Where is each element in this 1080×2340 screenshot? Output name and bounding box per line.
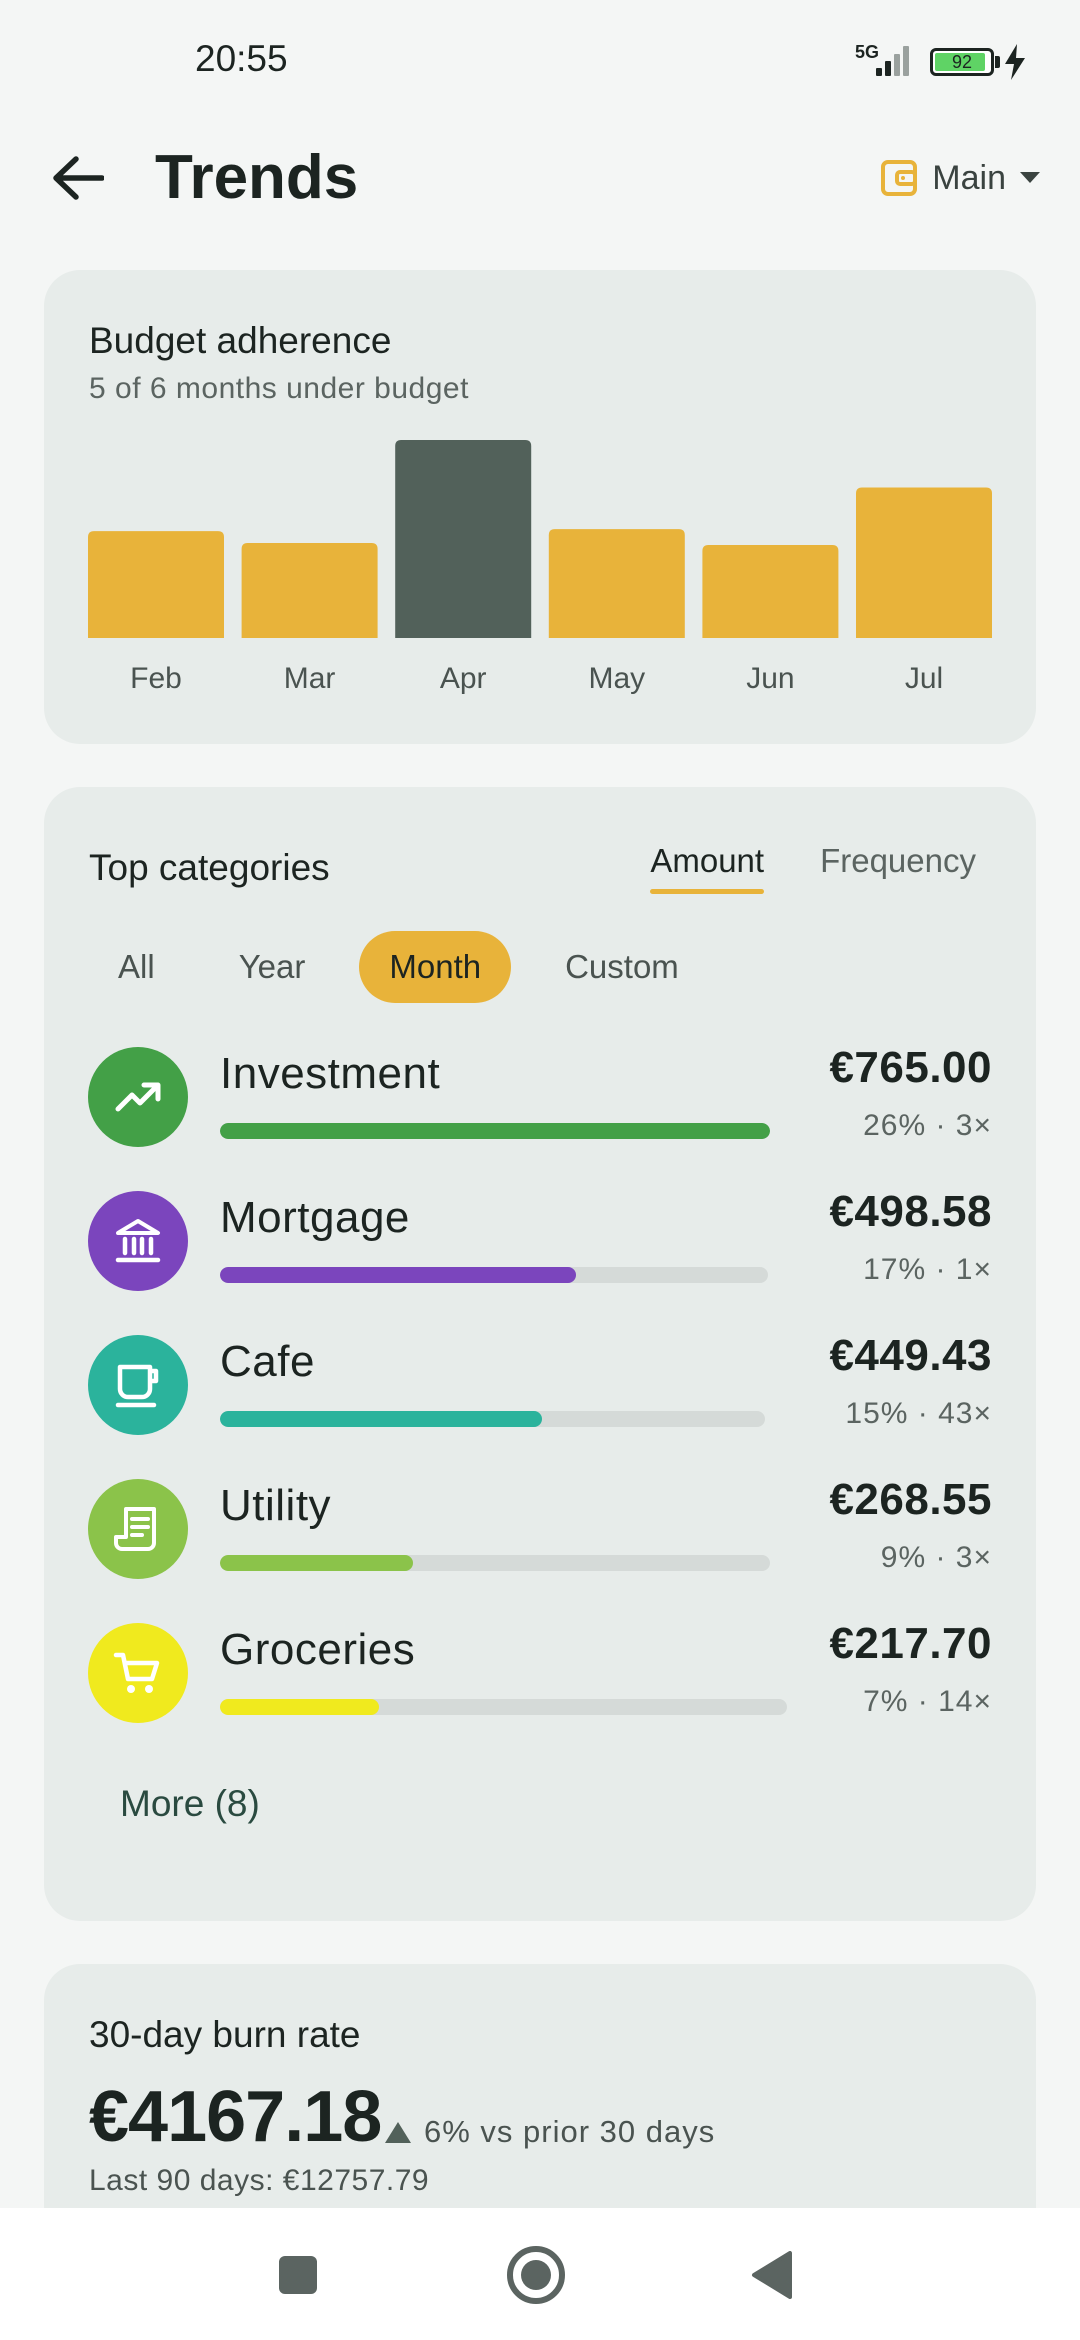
category-bar-track — [220, 1699, 787, 1715]
page-title: Trends — [155, 143, 359, 212]
battery-cap — [995, 56, 1000, 68]
tab-amount[interactable]: Amount — [650, 842, 764, 894]
tab-frequency[interactable]: Frequency — [820, 842, 976, 894]
category-row-cafe[interactable]: Cafe €449.43 15% · 43× — [88, 1331, 992, 1441]
category-bar-fill — [220, 1555, 413, 1571]
bank-icon — [88, 1191, 188, 1291]
recents-button[interactable] — [253, 2230, 343, 2320]
bar-jun[interactable] — [702, 544, 839, 638]
budget-bar-chart: Feb Mar Apr May Jun Jul — [88, 440, 992, 695]
category-amount: €449.43 — [829, 1331, 992, 1380]
trending-up-icon — [88, 1047, 188, 1147]
back-button[interactable] — [40, 140, 116, 216]
status-bar: 20:55 5G 92 — [0, 0, 1080, 120]
category-row-mortgage[interactable]: Mortgage €498.58 17% · 1× — [88, 1187, 992, 1297]
category-meta: 17% · 1× — [863, 1253, 992, 1286]
bar-apr[interactable] — [395, 440, 532, 638]
category-name: Groceries — [220, 1625, 416, 1674]
category-amount: €498.58 — [829, 1187, 992, 1236]
category-name: Mortgage — [220, 1193, 410, 1242]
square-icon — [279, 2256, 317, 2294]
category-bar-track — [220, 1411, 765, 1427]
tick-label-may: May — [588, 662, 645, 695]
burn-delta-text: 6% vs prior 30 days — [424, 2114, 716, 2149]
category-amount: €268.55 — [829, 1475, 992, 1524]
home-button[interactable] — [491, 2230, 581, 2320]
caret-down-icon — [1020, 172, 1040, 183]
nav-back-button[interactable] — [727, 2230, 817, 2320]
category-bar-track — [220, 1555, 770, 1571]
bar-feb[interactable] — [88, 531, 224, 638]
category-name: Utility — [220, 1481, 332, 1530]
filter-year[interactable]: Year — [209, 931, 336, 1003]
tick-label-feb: Feb — [130, 662, 182, 695]
burn-last-90: Last 90 days: €12757.79 — [89, 2164, 430, 2197]
coffee-cup-icon — [88, 1335, 188, 1435]
category-bar-fill — [220, 1123, 770, 1139]
app-bar: Trends Main — [0, 120, 1080, 236]
more-categories-button[interactable]: More (8) — [120, 1783, 260, 1825]
receipt-icon — [88, 1479, 188, 1579]
status-time: 20:55 — [195, 38, 288, 79]
filter-month[interactable]: Month — [359, 931, 512, 1003]
budget-subtitle: 5 of 6 months under budget — [89, 372, 469, 405]
filter-all[interactable]: All — [88, 931, 185, 1003]
category-row-utility[interactable]: Utility €268.55 9% · 3× — [88, 1475, 992, 1585]
category-bar-fill — [220, 1267, 577, 1283]
category-name: Cafe — [220, 1337, 315, 1386]
shopping-cart-icon — [88, 1623, 188, 1723]
tick-label-jun: Jun — [746, 662, 794, 695]
burn-delta: 6% vs prior 30 days — [384, 2114, 715, 2150]
bar-mar[interactable] — [241, 542, 378, 638]
budget-adherence-card: Budget adherence 5 of 6 months under bud… — [44, 270, 1036, 744]
budget-title: Budget adherence — [89, 320, 392, 361]
category-amount: €765.00 — [829, 1043, 992, 1092]
category-amount: €217.70 — [829, 1619, 992, 1668]
tick-label-mar: Mar — [284, 662, 336, 695]
triangle-up-icon — [385, 2122, 411, 2143]
burn-title: 30-day burn rate — [89, 2014, 361, 2055]
filter-custom[interactable]: Custom — [535, 931, 709, 1003]
category-meta: 26% · 3× — [863, 1109, 992, 1142]
category-meta: 15% · 43× — [845, 1397, 992, 1430]
signal-icon — [876, 46, 910, 76]
category-name: Investment — [220, 1049, 441, 1098]
category-row-groceries[interactable]: Groceries €217.70 7% · 14× — [88, 1619, 992, 1729]
category-bar-fill — [220, 1699, 379, 1715]
bar-jul[interactable] — [856, 487, 992, 638]
category-row-investment[interactable]: Investment €765.00 26% · 3× — [88, 1043, 992, 1153]
battery-icon: 92 — [930, 48, 994, 76]
category-meta: 9% · 3× — [880, 1541, 992, 1574]
category-bar-track — [220, 1123, 770, 1139]
category-meta: 7% · 14× — [863, 1685, 992, 1718]
tick-label-jul: Jul — [905, 662, 943, 695]
metric-tabs: Amount Frequency — [650, 842, 976, 894]
top-categories-card: Top categories Amount Frequency All Year… — [44, 787, 1036, 1921]
battery-level: 92 — [951, 52, 973, 72]
account-label: Main — [932, 158, 1006, 197]
categories-title: Top categories — [89, 847, 330, 888]
arrow-left-icon — [53, 156, 104, 200]
period-filter: All Year Month Custom — [88, 931, 709, 1003]
charging-bolt-icon — [1005, 44, 1025, 80]
system-nav-bar — [0, 2208, 1080, 2340]
burn-amount: €4167.18 — [89, 2077, 382, 2157]
circle-home-icon — [507, 2246, 565, 2304]
wallet-icon — [881, 160, 918, 196]
tick-label-apr: Apr — [440, 662, 487, 695]
bar-may[interactable] — [548, 529, 685, 638]
category-bar-fill — [220, 1411, 542, 1427]
triangle-back-icon — [752, 2251, 792, 2299]
account-selector[interactable]: Main — [880, 148, 1040, 208]
category-bar-track — [220, 1267, 768, 1283]
